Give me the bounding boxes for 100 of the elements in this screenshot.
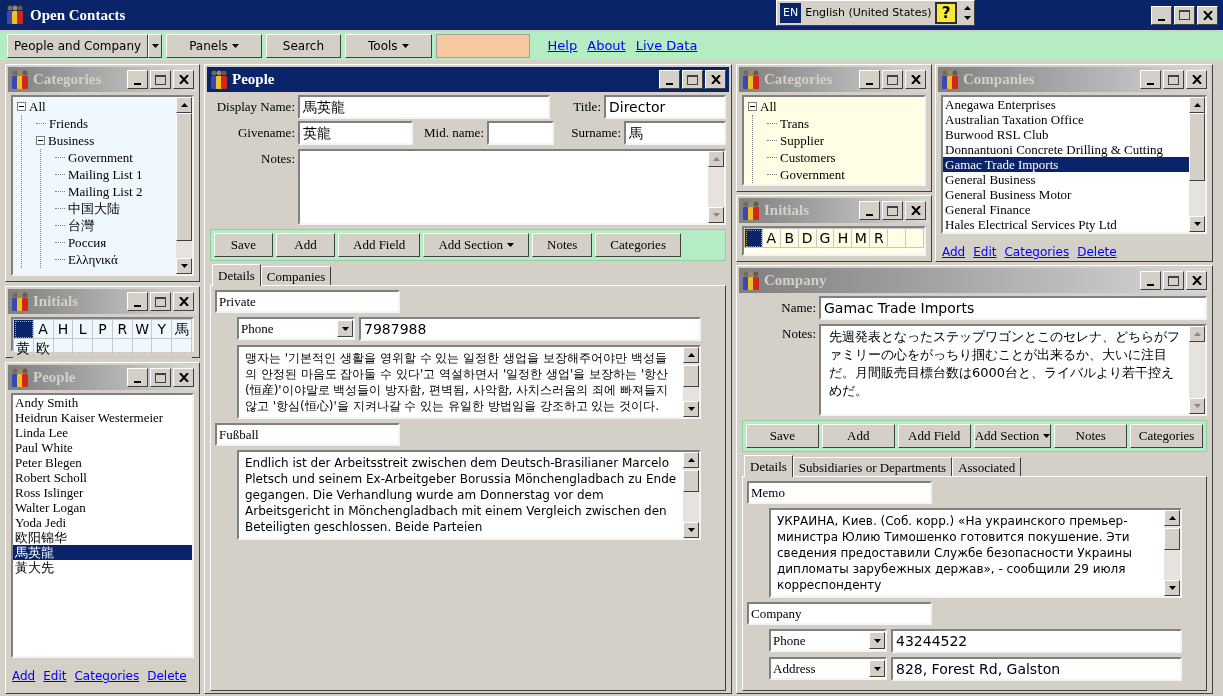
- collapse-icon[interactable]: [36, 136, 45, 145]
- tab[interactable]: Details: [744, 455, 793, 477]
- minimize-button[interactable]: [859, 70, 880, 89]
- scrollbar[interactable]: [176, 97, 192, 274]
- notes-field[interactable]: [298, 149, 726, 225]
- menu-button[interactable]: Panels: [166, 34, 262, 58]
- dropdown-button[interactable]: Add Section: [973, 424, 1052, 448]
- scrollbar[interactable]: [1189, 97, 1205, 232]
- maximize-button[interactable]: [682, 70, 703, 89]
- action-button[interactable]: Add: [821, 424, 895, 448]
- text-field[interactable]: Gamac Trade Imports: [819, 296, 1207, 320]
- list-item[interactable]: Robert Scholl: [13, 470, 192, 485]
- close-button[interactable]: [905, 201, 926, 220]
- scroll-thumb[interactable]: [1164, 528, 1180, 550]
- collapse-icon[interactable]: [17, 102, 26, 111]
- initial-cell[interactable]: L: [73, 320, 94, 339]
- list-item[interactable]: Donnantuoni Concrete Drilling & Cutting: [943, 142, 1189, 157]
- initial-cell[interactable]: P: [93, 320, 113, 339]
- scrollbar[interactable]: [1164, 510, 1180, 596]
- minimize-button[interactable]: [1140, 70, 1161, 89]
- scroll-thumb[interactable]: [683, 365, 699, 387]
- scroll-up-button[interactable]: [683, 452, 699, 468]
- minimize-button[interactable]: [1140, 271, 1161, 290]
- type-dropdown[interactable]: Phone: [237, 317, 355, 340]
- minimize-button[interactable]: [1151, 5, 1172, 25]
- maximize-button[interactable]: [1163, 70, 1184, 89]
- close-button[interactable]: [1186, 271, 1207, 290]
- section-heading-field[interactable]: Fußball: [215, 423, 400, 446]
- type-dropdown[interactable]: Address: [769, 657, 887, 680]
- input-field[interactable]: [435, 34, 530, 58]
- initial-cell[interactable]: A: [33, 320, 54, 339]
- initial-cell[interactable]: H: [834, 229, 853, 248]
- scrollbar[interactable]: [683, 347, 699, 417]
- minimize-button[interactable]: [859, 201, 880, 220]
- action-button[interactable]: Save: [214, 233, 273, 257]
- text-field[interactable]: Director: [604, 95, 726, 119]
- maximize-button[interactable]: [150, 368, 171, 387]
- dropdown-button[interactable]: [869, 632, 885, 649]
- action-button[interactable]: Notes: [1054, 424, 1128, 448]
- link[interactable]: Delete: [1077, 243, 1117, 261]
- link[interactable]: Delete: [147, 667, 187, 685]
- memo-field[interactable]: Endlich ist der Arbeitsstreit zwischen dem Deutsch-Brasilianer Marcelo Pletsch und seinem Ex-Arbeitgeber Borussia Mönchengladbach zu Ende gegangen. Die Verhandlung wurde am Donnerstag vor dem Arbeitsgericht in Mönchengladbach mit einem Vergleich zwischen den Beteiligten geschlossen. Beide Parteien: [237, 450, 701, 540]
- list-item[interactable]: Paul White: [13, 440, 192, 455]
- link[interactable]: Add: [12, 667, 36, 685]
- help-button[interactable]: ?: [935, 2, 957, 24]
- text-field[interactable]: 馬: [624, 121, 726, 145]
- list-item[interactable]: 黃大先: [13, 560, 192, 575]
- menu-button[interactable]: Tools: [345, 34, 432, 58]
- initial-cell[interactable]: A: [762, 229, 781, 248]
- initial-cell[interactable]: [14, 320, 34, 339]
- list-item[interactable]: Heidrun Kaiser Westermeier: [13, 410, 192, 425]
- tab[interactable]: Companies: [260, 266, 332, 285]
- scroll-up-button[interactable]: [683, 347, 699, 363]
- list-item[interactable]: Anegawa Enterprises: [943, 97, 1189, 112]
- close-button[interactable]: [705, 70, 726, 89]
- section-heading-field[interactable]: Private: [215, 290, 400, 313]
- collapse-icon[interactable]: [748, 102, 757, 111]
- dropdown-button[interactable]: [337, 320, 353, 337]
- initial-cell[interactable]: R: [870, 229, 889, 248]
- initial-cell[interactable]: [745, 229, 763, 248]
- list-item[interactable]: Ross Islinger: [13, 485, 192, 500]
- minimize-button[interactable]: [127, 70, 148, 89]
- maximize-button[interactable]: [882, 70, 903, 89]
- scroll-up-button[interactable]: [176, 97, 192, 113]
- minimize-button[interactable]: [127, 368, 148, 387]
- scroll-down-button[interactable]: [1164, 580, 1180, 596]
- initial-cell[interactable]: H: [53, 320, 74, 339]
- close-button[interactable]: [1197, 5, 1218, 25]
- dropdown-button[interactable]: [869, 660, 885, 677]
- initial-cell[interactable]: 欧: [33, 339, 54, 358]
- text-field[interactable]: 43244522: [891, 629, 1182, 653]
- scroll-thumb[interactable]: [683, 470, 699, 492]
- scrollbar[interactable]: [683, 452, 699, 538]
- spin-arrows-icon[interactable]: [962, 3, 971, 23]
- list-item[interactable]: Gamac Trade Imports: [943, 157, 1189, 172]
- scroll-up-button[interactable]: [708, 151, 724, 167]
- scroll-down-button[interactable]: [683, 522, 699, 538]
- dropdown-button[interactable]: [148, 34, 163, 58]
- list-item[interactable]: General Business Motor: [943, 187, 1189, 202]
- close-button[interactable]: [173, 368, 194, 387]
- link[interactable]: Categories: [74, 667, 140, 685]
- toolbar-button[interactable]: People and Company: [7, 34, 149, 58]
- list-item[interactable]: 欧阳锦华: [13, 530, 192, 545]
- tab[interactable]: Subsidiaries or Departments: [792, 457, 953, 476]
- text-field[interactable]: 馬英龍: [298, 95, 550, 119]
- language-code[interactable]: EN: [780, 3, 802, 23]
- dropdown-button[interactable]: Add Section: [423, 233, 529, 257]
- text-field[interactable]: 828, Forest Rd, Galston: [891, 657, 1182, 681]
- list-item[interactable]: Burwood RSL Club: [943, 127, 1189, 142]
- initial-cell[interactable]: M: [852, 229, 871, 248]
- maximize-button[interactable]: [882, 201, 903, 220]
- list-item[interactable]: General Finance: [943, 202, 1189, 217]
- link[interactable]: Add: [942, 243, 966, 261]
- tree-item[interactable]: All: [28, 97, 47, 117]
- close-button[interactable]: [173, 292, 194, 311]
- scroll-down-button[interactable]: [1189, 398, 1205, 414]
- action-button[interactable]: Add Field: [338, 233, 421, 257]
- initial-cell[interactable]: 黄: [14, 339, 34, 358]
- action-button[interactable]: Save: [746, 424, 819, 448]
- scrollbar[interactable]: [708, 151, 724, 223]
